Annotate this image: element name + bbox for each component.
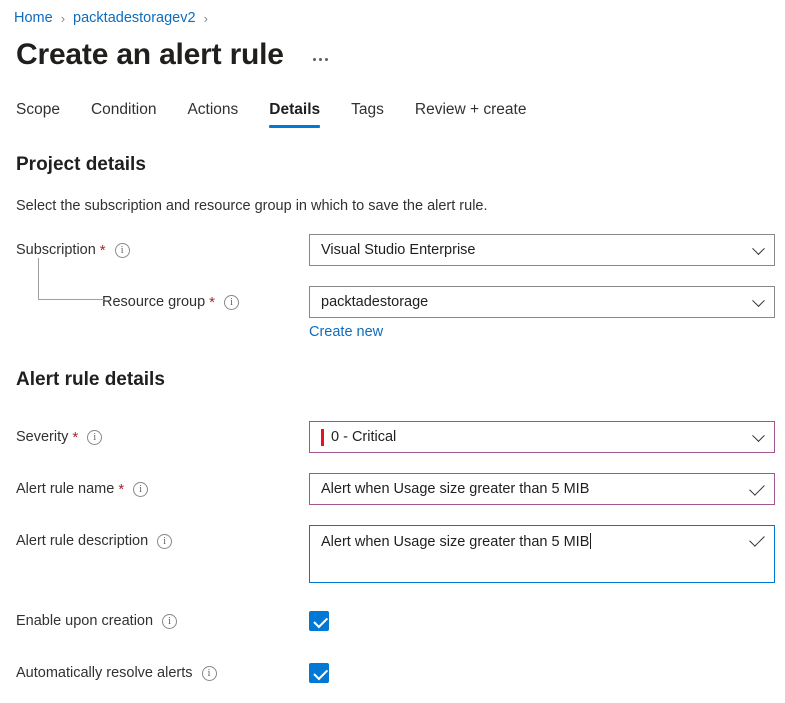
info-icon[interactable]: i	[224, 295, 239, 310]
page-title: Create an alert rule	[16, 37, 284, 73]
resource-group-dropdown[interactable]: packtadestorage	[309, 286, 775, 318]
severity-label-group: Severity * i	[16, 421, 309, 453]
field-row-alert-rule-name: Alert rule name * i Alert when Usage siz…	[16, 473, 785, 505]
more-options-icon[interactable]	[310, 54, 331, 65]
ellipsis-dot	[325, 58, 328, 61]
project-details-heading: Project details	[16, 154, 785, 176]
alert-rule-description-label: Alert rule description	[16, 533, 148, 549]
field-row-enable-upon-creation: Enable upon creation i	[16, 611, 785, 631]
enable-upon-creation-label: Enable upon creation	[16, 613, 153, 629]
alert-rule-name-control: Alert when Usage size greater than 5 MIB	[309, 473, 775, 505]
required-asterisk: *	[100, 243, 106, 258]
tab-tags[interactable]: Tags	[351, 101, 384, 128]
required-asterisk: *	[72, 430, 78, 445]
info-icon[interactable]: i	[115, 243, 130, 258]
info-icon[interactable]: i	[202, 666, 217, 681]
breadcrumb-item-resource[interactable]: packtadestoragev2	[73, 10, 196, 26]
enable-upon-creation-checkbox[interactable]	[309, 611, 329, 631]
subscription-dropdown[interactable]: Visual Studio Enterprise	[309, 234, 775, 266]
subscription-label: Subscription	[16, 242, 96, 258]
resource-group-value: packtadestorage	[321, 294, 428, 310]
alert-rule-description-label-group: Alert rule description i	[16, 525, 309, 557]
enable-upon-creation-label-group: Enable upon creation i	[16, 611, 309, 631]
automatically-resolve-alerts-label-group: Automatically resolve alerts i	[16, 663, 309, 683]
wizard-tabs: Scope Condition Actions Details Tags Rev…	[0, 92, 785, 128]
text-cursor	[590, 533, 591, 549]
alert-rule-name-input[interactable]: Alert when Usage size greater than 5 MIB	[309, 473, 775, 505]
tab-actions[interactable]: Actions	[187, 101, 238, 128]
ellipsis-dot	[313, 58, 316, 61]
info-icon[interactable]: i	[157, 534, 172, 549]
alert-rule-description-value: Alert when Usage size greater than 5 MIB	[321, 534, 589, 550]
chevron-down-icon	[752, 429, 765, 442]
subscription-value: Visual Studio Enterprise	[321, 242, 476, 258]
ellipsis-dot	[319, 58, 322, 61]
alert-rule-name-label: Alert rule name	[16, 481, 114, 497]
resource-group-control: packtadestorage Create new	[309, 286, 775, 341]
severity-value: 0 - Critical	[331, 429, 396, 445]
tab-condition[interactable]: Condition	[91, 101, 157, 128]
page-header: Create an alert rule	[0, 28, 785, 74]
tab-scope[interactable]: Scope	[16, 101, 60, 128]
info-icon[interactable]: i	[162, 614, 177, 629]
resource-group-label: Resource group	[102, 294, 205, 310]
chevron-down-icon	[752, 294, 765, 307]
severity-label: Severity	[16, 429, 68, 445]
breadcrumb-item-home[interactable]: Home	[14, 10, 53, 26]
breadcrumb-chevron-icon: ›	[204, 11, 208, 26]
details-form: Project details Select the subscription …	[0, 154, 785, 683]
automatically-resolve-alerts-checkbox[interactable]	[309, 663, 329, 683]
field-row-alert-rule-description: Alert rule description i Alert when Usag…	[16, 525, 785, 583]
severity-control: 0 - Critical	[309, 421, 775, 453]
alert-rule-details-heading: Alert rule details	[16, 369, 785, 391]
alert-rule-name-label-group: Alert rule name * i	[16, 473, 309, 505]
tree-connector	[38, 258, 104, 300]
severity-dropdown[interactable]: 0 - Critical	[309, 421, 775, 453]
field-row-resource-group: Resource group * i packtadestorage Creat…	[16, 286, 785, 341]
required-asterisk: *	[209, 295, 215, 310]
field-row-severity: Severity * i 0 - Critical	[16, 421, 785, 453]
validation-check-icon	[749, 480, 765, 496]
validation-check-icon	[749, 531, 765, 547]
subscription-control: Visual Studio Enterprise	[309, 234, 775, 266]
create-new-resource-group-link[interactable]: Create new	[309, 324, 383, 340]
severity-indicator-icon	[321, 429, 324, 446]
alert-rule-description-input[interactable]: Alert when Usage size greater than 5 MIB	[309, 525, 775, 583]
tab-review-create[interactable]: Review + create	[415, 101, 527, 128]
project-details-description: Select the subscription and resource gro…	[16, 198, 785, 214]
required-asterisk: *	[118, 482, 124, 497]
breadcrumb: Home › packtadestoragev2 ›	[0, 0, 785, 28]
info-icon[interactable]: i	[133, 482, 148, 497]
field-row-automatically-resolve-alerts: Automatically resolve alerts i	[16, 663, 785, 683]
info-icon[interactable]: i	[87, 430, 102, 445]
automatically-resolve-alerts-label: Automatically resolve alerts	[16, 665, 193, 681]
alert-rule-name-value: Alert when Usage size greater than 5 MIB	[321, 481, 589, 497]
field-row-subscription: Subscription * i Visual Studio Enterpris…	[16, 234, 785, 266]
tab-details[interactable]: Details	[269, 101, 320, 128]
chevron-down-icon	[752, 242, 765, 255]
breadcrumb-chevron-icon: ›	[61, 11, 65, 26]
alert-rule-description-control: Alert when Usage size greater than 5 MIB	[309, 525, 775, 583]
